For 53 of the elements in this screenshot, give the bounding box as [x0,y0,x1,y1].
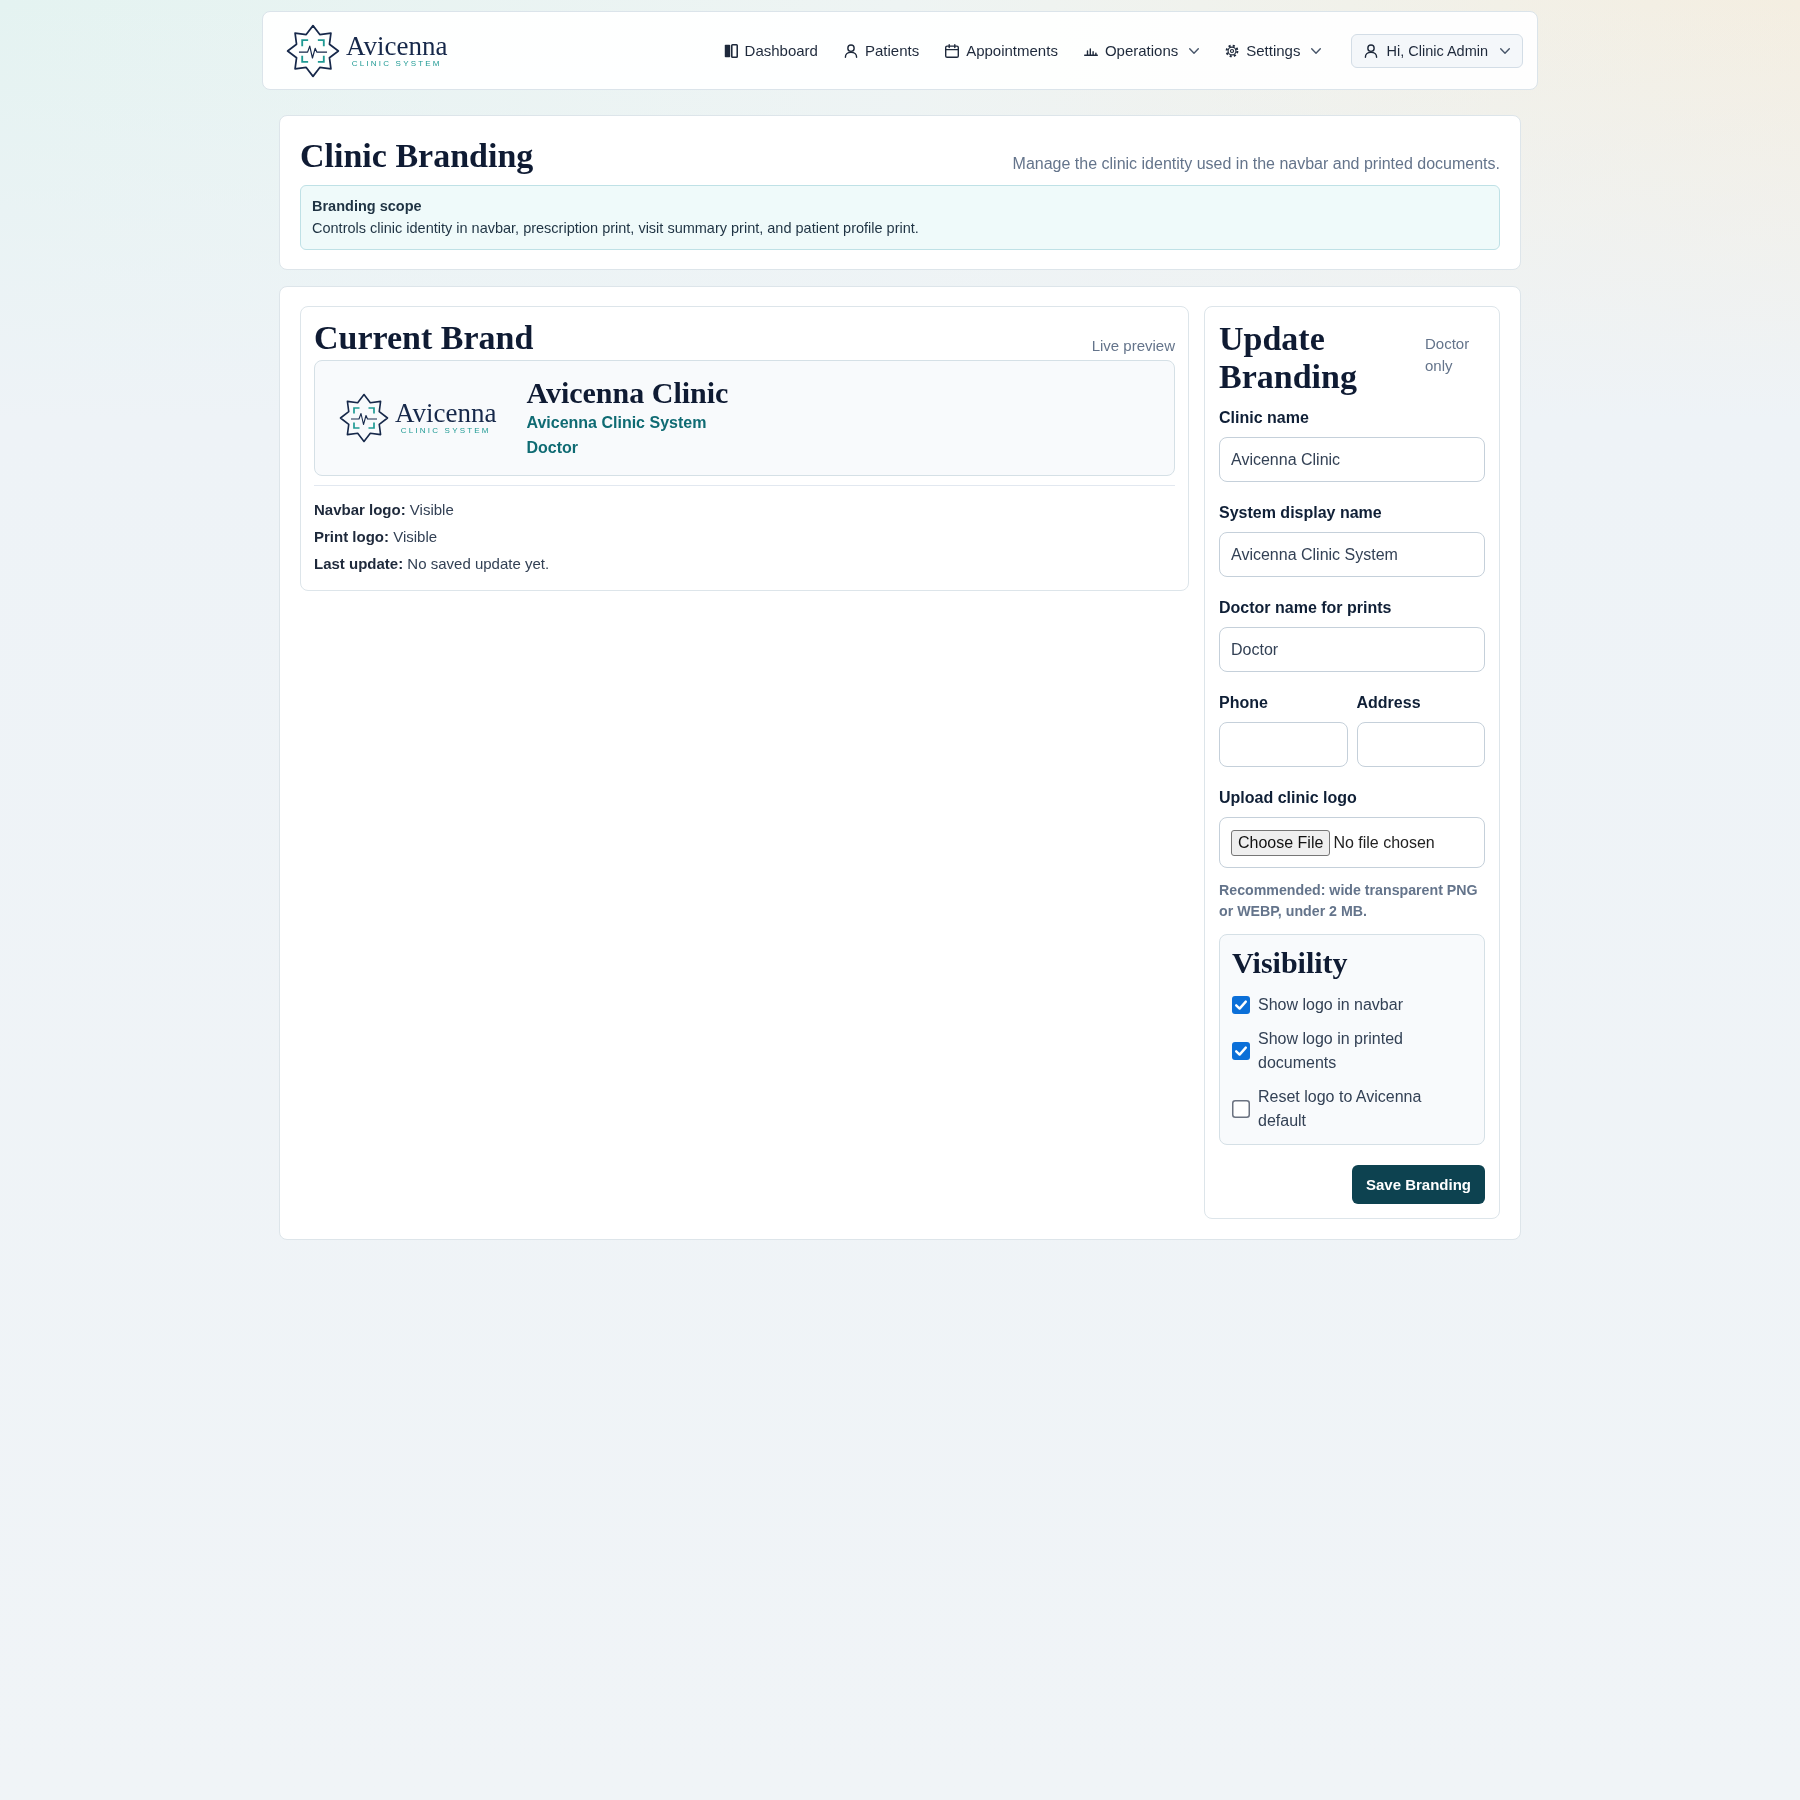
choose-file-button[interactable]: Choose File [1231,829,1331,856]
field-label: Clinic name [1219,408,1310,428]
input-field[interactable] [1356,722,1485,767]
page-title: Clinic Branding [300,136,534,176]
layout-icon [723,43,738,58]
field-label: Upload clinic logo [1219,788,1358,808]
input-field[interactable]: Avicenna Clinic [1219,437,1485,482]
logo-name: Avicenna [395,400,497,426]
doctor-name: Doctor [526,438,579,458]
checkbox[interactable] [1232,1042,1250,1060]
detail-text: Last update: No saved update yet. [314,554,551,574]
nav-link[interactable]: Patients [843,42,920,59]
scope-title: Branding scope [312,197,423,216]
section-title: Update Branding [1219,320,1358,396]
preview-note: Live preview [1091,336,1175,356]
settings-icon [1225,43,1240,58]
field-label: System display name [1219,503,1383,523]
user-menu-button[interactable]: Hi, Clinic Admin [1351,33,1523,68]
system-name: Avicenna Clinic System [526,413,708,433]
calendar-icon [945,43,960,58]
nav-link[interactable]: Settings [1225,42,1322,59]
upload-hint: Recommended: wide transparent PNG or WEBP, under 2 MB. [1219,881,1479,921]
input-field[interactable]: Avicenna Clinic System [1219,532,1485,577]
checkbox[interactable] [1232,996,1250,1014]
access-note: Doctor only [1425,334,1471,376]
checkbox-label: Reset logo to Avicenna default [1258,1087,1423,1131]
scope-text: Controls clinic identity in navbar, prescription print, visit summary print, and patient profile print. [312,219,920,238]
section-title: Current Brand [314,319,534,357]
logo-emblem-icon [286,23,340,78]
checkbox[interactable] [1232,1100,1250,1118]
visibility-title: Visibility [1232,945,1349,981]
field-label: Phone [1219,693,1269,713]
checkbox-label: Show logo in printed documents [1258,1029,1404,1073]
field-label: Address [1356,693,1422,713]
clinic-name: Avicenna Clinic [526,376,729,410]
nav-link[interactable]: Dashboard [723,42,818,59]
nav-link[interactable]: Operations [1083,42,1200,59]
logo-emblem-icon [339,393,389,443]
input-field[interactable] [1219,722,1348,767]
detail-text: Print logo: Visible [314,527,439,547]
detail-text: Navbar logo: Visible [314,500,455,520]
field-label: Doctor name for prints [1219,598,1393,618]
logo-tagline: CLINIC SYSTEM [400,426,491,436]
save-button[interactable]: Save Branding [1351,1165,1485,1204]
user-icon [1364,43,1379,58]
input-field[interactable]: Doctor [1219,627,1485,672]
checkbox-label: Show logo in navbar [1258,995,1403,1015]
user-icon [843,43,858,58]
logo-name: Avicenna [346,32,448,59]
nav-link[interactable]: Appointments [945,42,1058,59]
page-subtitle: Manage the clinic identity used in the navbar and printed documents. [1012,155,1500,174]
logo-tagline: CLINIC SYSTEM [351,58,442,69]
file-status: No file chosen [1333,833,1435,852]
